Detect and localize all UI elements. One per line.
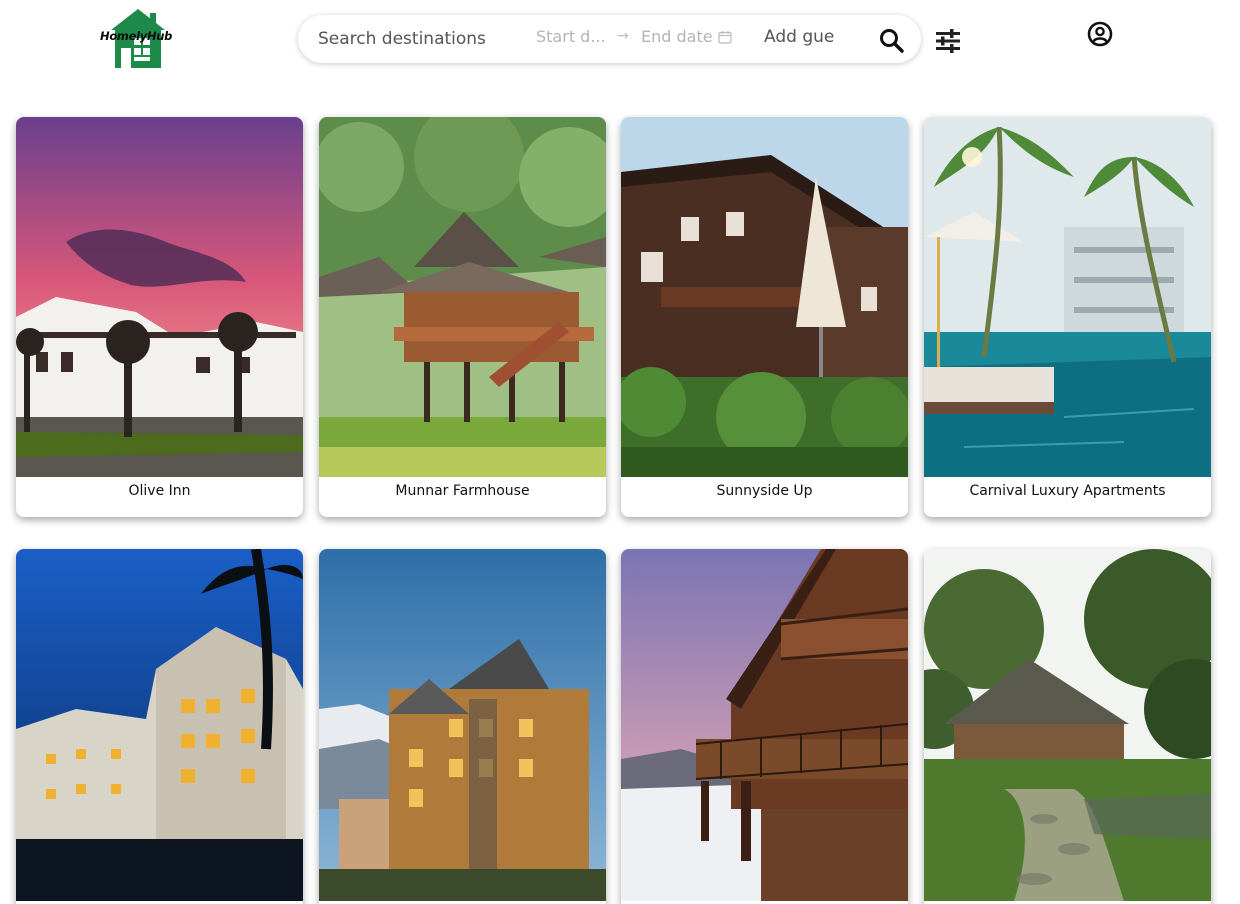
listing-card-6[interactable] <box>319 549 606 904</box>
listing-card-munnar-farmhouse[interactable]: Munnar Farmhouse <box>319 117 606 517</box>
listing-card-olive-inn[interactable]: Olive Inn <box>16 117 303 517</box>
filter-sliders-icon[interactable] <box>935 29 961 53</box>
listing-title: Munnar Farmhouse <box>395 483 530 499</box>
brand-name: HomelyHub <box>100 29 173 43</box>
start-date-field[interactable]: Start d... <box>536 27 606 46</box>
search-icon[interactable] <box>878 27 906 55</box>
listing-photo <box>16 549 303 901</box>
listing-title: Sunnyside Up <box>716 483 813 499</box>
header: HomelyHub Start d... → End date Add gue <box>0 0 1240 90</box>
listing-photo <box>621 549 908 901</box>
listing-card-sunnyside-up[interactable]: Sunnyside Up <box>621 117 908 517</box>
listing-photo <box>621 117 908 477</box>
listing-card-5[interactable] <box>16 549 303 904</box>
user-circle-icon[interactable] <box>1087 21 1113 47</box>
listing-card-carnival-luxury-apartments[interactable]: Carnival Luxury Apartments <box>924 117 1211 517</box>
listing-photo <box>319 549 606 901</box>
listing-photo <box>924 117 1211 477</box>
listing-card-7[interactable] <box>621 549 908 904</box>
listing-photo <box>924 549 1211 901</box>
add-guests-field[interactable]: Add gue <box>764 27 844 47</box>
listing-photo <box>16 117 303 477</box>
search-destination-input[interactable] <box>318 25 523 53</box>
end-date-field[interactable]: End date <box>641 27 713 46</box>
search-bar: Start d... → End date Add gue <box>298 15 921 63</box>
listing-title: Carnival Luxury Apartments <box>969 483 1166 499</box>
calendar-icon[interactable] <box>718 30 732 44</box>
listing-title: Olive Inn <box>128 483 191 499</box>
listing-photo <box>319 117 606 477</box>
date-arrow-icon: → <box>617 28 629 44</box>
listing-card-8[interactable] <box>924 549 1211 904</box>
homelyhub-logo[interactable]: HomelyHub <box>98 8 178 70</box>
